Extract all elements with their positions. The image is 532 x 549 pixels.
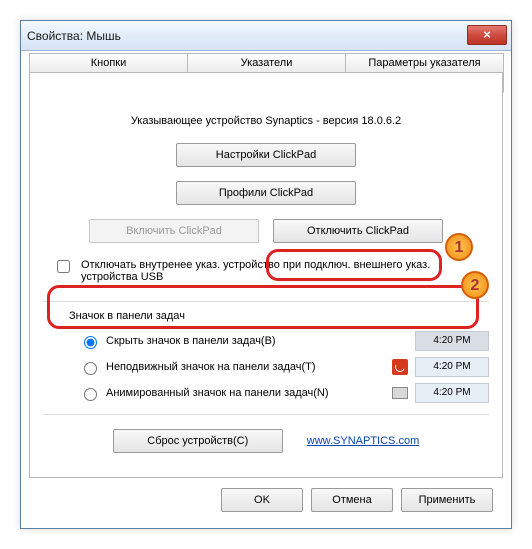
tab-buttons[interactable]: Кнопки <box>29 53 188 73</box>
tray-section-label: Значок в панели задач <box>69 310 489 322</box>
clickpad-profiles-button[interactable]: Профили ClickPad <box>176 181 356 205</box>
window-title: Свойства: Мышь <box>27 29 121 43</box>
close-button[interactable]: × <box>467 25 507 45</box>
titlebar[interactable]: Свойства: Мышь × <box>21 21 511 51</box>
tab-pointer-options[interactable]: Параметры указателя <box>345 53 504 73</box>
callout-badge-2: 2 <box>461 271 489 299</box>
disable-internal-on-usb-checkbox[interactable] <box>57 260 70 273</box>
callout-badge-1: 1 <box>445 233 473 261</box>
tab-pointers[interactable]: Указатели <box>187 53 346 73</box>
reset-devices-button[interactable]: Сброс устройств(С) <box>113 429 283 453</box>
device-label: Указывающее устройство Synaptics - верси… <box>43 115 489 127</box>
disable-internal-on-usb-label: Отключать внутренее указ. устройство при… <box>81 259 483 283</box>
radio-animated-icon[interactable] <box>84 388 97 401</box>
tray-static-icon <box>392 359 408 375</box>
radio-hide-icon[interactable] <box>84 336 97 349</box>
tray-preview-static: 4:20 PM <box>415 357 489 377</box>
clickpad-settings-button[interactable]: Настройки ClickPad <box>176 143 356 167</box>
radio-hide-icon-label: Скрыть значок в панели задач(B) <box>106 335 276 347</box>
radio-static-icon-label: Неподвижный значок на панели задач(T) <box>106 361 316 373</box>
mouse-properties-dialog: Свойства: Мышь × Кнопки Указатели Параме… <box>20 20 512 529</box>
disable-internal-on-usb-row[interactable]: Отключать внутренее указ. устройство при… <box>43 251 489 293</box>
cancel-button[interactable]: Отмена <box>311 488 393 512</box>
tray-preview-animated: 4:20 PM <box>415 383 489 403</box>
tray-animated-icon <box>392 387 408 399</box>
dialog-footer: OK Отмена Применить <box>29 480 503 520</box>
enable-clickpad-button: Включить ClickPad <box>89 219 259 243</box>
tray-preview-hidden: 4:20 PM <box>415 331 489 351</box>
synaptics-link[interactable]: www.SYNAPTICS.com <box>307 435 419 447</box>
disable-clickpad-button[interactable]: Отключить ClickPad <box>273 219 443 243</box>
radio-static-icon[interactable] <box>84 362 97 375</box>
radio-animated-icon-label: Анимированный значок на панели задач(N) <box>106 387 329 399</box>
tabs-row-1: Кнопки Указатели Параметры указателя <box>29 53 503 73</box>
apply-button[interactable]: Применить <box>401 488 493 512</box>
ok-button[interactable]: OK <box>221 488 303 512</box>
